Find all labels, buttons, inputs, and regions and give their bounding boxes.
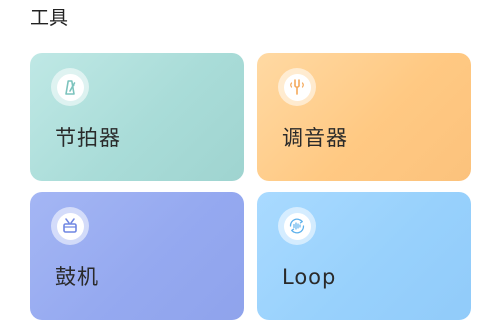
loop-icon [283, 212, 311, 240]
tuner-card[interactable]: 调音器 [257, 53, 471, 181]
metronome-label: 节拍器 [55, 126, 121, 150]
drum-machine-card[interactable]: 鼓机 [30, 192, 244, 320]
drum-machine-label: 鼓机 [55, 265, 99, 289]
loop-label: Loop [282, 265, 337, 289]
drum-icon [56, 212, 84, 240]
loop-card[interactable]: Loop [257, 192, 471, 320]
metronome-card[interactable]: 节拍器 [30, 53, 244, 181]
tuner-icon-badge [278, 68, 316, 106]
drum-icon-badge [51, 207, 89, 245]
metronome-icon [56, 73, 84, 101]
tuner-label: 调音器 [282, 126, 348, 150]
loop-icon-badge [278, 207, 316, 245]
tuning-fork-icon [283, 73, 311, 101]
metronome-icon-badge [51, 68, 89, 106]
section-title: 工具 [30, 7, 69, 29]
tools-page: 工具 节拍器 调音器 鼓机 Loop [0, 0, 500, 333]
